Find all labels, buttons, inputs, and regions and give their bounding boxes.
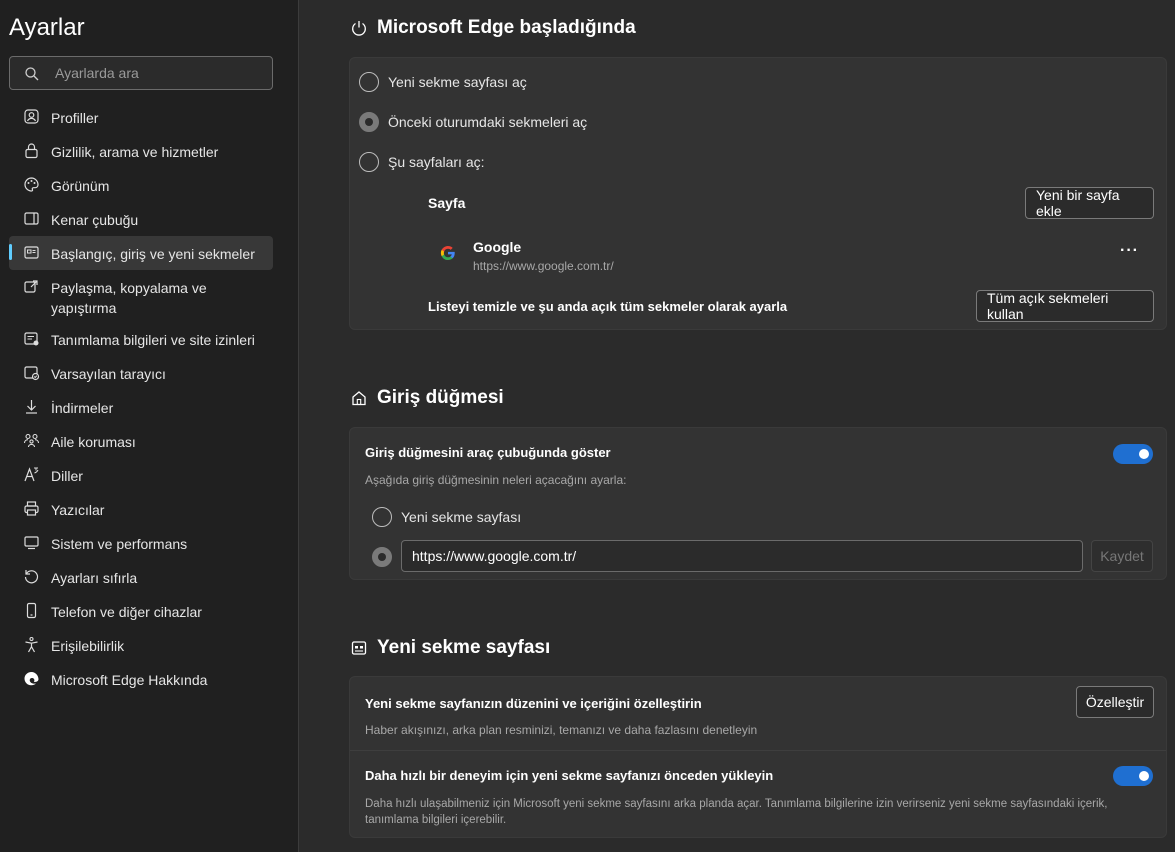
sidebar-item-downloads[interactable]: İndirmeler [9, 390, 273, 424]
sidebar-item-phone[interactable]: Telefon ve diğer cihazlar [9, 594, 273, 628]
sidebar-title: Ayarlar [9, 14, 85, 41]
home-show-label: Giriş düğmesini araç çubuğunda göster [365, 445, 611, 460]
search-icon [25, 67, 39, 81]
sidebar-item-system[interactable]: Sistem ve performans [9, 526, 273, 560]
radio-previous-session[interactable]: Önceki oturumdaki sekmeleri aç [359, 112, 587, 132]
sidebar-item-appearance[interactable]: Görünüm [9, 168, 273, 202]
sidebar-item-label: Sistem ve performans [51, 536, 188, 552]
startup-tabs-icon [24, 246, 39, 259]
search-input[interactable] [55, 57, 265, 89]
sidebar-item-label: Gizlilik, arama ve hizmetler [51, 144, 219, 160]
sidebar-item-label: Erişilebilirlik [51, 638, 125, 654]
preload-toggle[interactable] [1113, 766, 1153, 786]
phone-icon [26, 602, 37, 619]
sidebar-item-label: Varsayılan tarayıcı [51, 366, 166, 382]
sidebar-item-label: Ayarları sıfırla [51, 570, 138, 586]
search-box[interactable] [9, 56, 273, 90]
use-all-tabs-button[interactable]: Tüm açık sekmeleri kullan [976, 290, 1154, 322]
sidebar-item-label: Tanımlama bilgileri ve site izinleri [51, 332, 255, 348]
customize-description: Haber akışınızı, arka plan resminizi, te… [365, 723, 758, 737]
sidebar-item-privacy[interactable]: Gizlilik, arama ve hizmetler [9, 134, 273, 168]
sidebar: Ayarlar Profiller Gizlilik, arama ve hiz… [0, 0, 299, 852]
sidebar-item-reset[interactable]: Ayarları sıfırla [9, 560, 273, 594]
newtab-card: Yeni sekme sayfanızın düzenini ve içeriğ… [349, 676, 1167, 838]
sidebar-item-accessibility[interactable]: Erişilebilirlik [9, 628, 273, 662]
sidebar-item-family[interactable]: Aile koruması [9, 424, 273, 458]
radio-home-url[interactable] [372, 547, 401, 567]
save-button[interactable]: Kaydet [1091, 540, 1153, 572]
customize-button[interactable]: Özelleştir [1076, 686, 1154, 718]
home-button-toggle[interactable] [1113, 444, 1153, 464]
palette-icon [24, 177, 39, 192]
sidebar-item-label: Paylaşma, kopyalama ve yapıştırma [51, 280, 207, 316]
cookie-icon [24, 332, 39, 346]
radio-button[interactable] [359, 72, 379, 92]
sidebar-item-profiles[interactable]: Profiller [9, 100, 273, 134]
radio-button-selected[interactable] [359, 112, 379, 132]
sidebar-item-cookies[interactable]: Tanımlama bilgileri ve site izinleri [9, 322, 273, 356]
radio-button[interactable] [359, 152, 379, 172]
newtab-section-title: Yeni sekme sayfası [350, 637, 550, 659]
card-divider [350, 750, 1166, 751]
more-options-button[interactable]: ··· [1120, 242, 1139, 260]
page-name: Google [473, 239, 522, 255]
sidebar-item-default-browser[interactable]: Varsayılan tarayıcı [9, 356, 273, 390]
edge-logo-icon [24, 672, 39, 686]
download-icon [26, 400, 37, 414]
radio-new-tab[interactable]: Yeni sekme sayfası aç [359, 72, 527, 92]
reset-icon [24, 570, 39, 584]
sidebar-item-label: Aile koruması [51, 434, 136, 450]
radio-button-selected[interactable] [372, 547, 392, 567]
sidebar-item-about[interactable]: Microsoft Edge Hakkında [9, 662, 273, 696]
sidebar-item-label: Kenar çubuğu [51, 212, 139, 228]
startup-section-title: Microsoft Edge başladığında [350, 17, 636, 39]
sidebar-item-label: Görünüm [51, 178, 110, 194]
home-icon [352, 391, 366, 406]
family-icon [23, 433, 40, 448]
clear-list-label: Listeyi temizle ve şu anda açık tüm sekm… [428, 299, 788, 314]
language-icon [24, 467, 39, 482]
settings-window: Ayarlar Profiller Gizlilik, arama ve hiz… [0, 0, 1175, 852]
sidebar-item-label: Profiller [51, 110, 99, 126]
browser-check-icon [24, 366, 40, 381]
printer-icon [24, 501, 39, 516]
sidebar-item-label: İndirmeler [51, 400, 114, 416]
google-favicon [440, 246, 455, 261]
startup-card: Yeni sekme sayfası aç Önceki oturumdaki … [349, 57, 1167, 330]
share-icon [24, 280, 38, 293]
home-url-input[interactable] [401, 540, 1083, 572]
sidebar-item-label: Diller [51, 468, 83, 484]
accessibility-icon [25, 636, 38, 653]
sidebar-item-sidebar[interactable]: Kenar çubuğu [9, 202, 273, 236]
new-tab-icon [351, 641, 367, 655]
home-description: Aşağıda giriş düğmesinin neleri açacağın… [365, 473, 627, 487]
system-icon [24, 536, 39, 550]
sidebar-item-languages[interactable]: Diller [9, 458, 273, 492]
sidebar-icon [24, 212, 39, 225]
sidebar-item-share[interactable]: Paylaşma, kopyalama ve yapıştırma [9, 270, 273, 322]
home-section-title: Giriş düğmesi [350, 387, 504, 409]
radio-open-pages[interactable]: Şu sayfaları aç: [359, 152, 485, 172]
sidebar-item-printers[interactable]: Yazıcılar [9, 492, 273, 526]
sidebar-item-label: Yazıcılar [51, 502, 105, 518]
sidebar-nav: Profiller Gizlilik, arama ve hizmetler G… [9, 100, 273, 696]
radio-button[interactable] [372, 507, 392, 527]
power-icon [352, 21, 366, 36]
lock-icon [25, 143, 38, 159]
preload-label: Daha hızlı bir deneyim için yeni sekme s… [365, 768, 774, 783]
page-url: https://www.google.com.tr/ [473, 259, 614, 273]
settings-content: Microsoft Edge başladığında Yeni sekme s… [299, 0, 1175, 852]
sidebar-item-label: Başlangıç, giriş ve yeni sekmeler [51, 246, 255, 262]
radio-home-new-tab[interactable]: Yeni sekme sayfası [372, 507, 521, 527]
sidebar-item-label: Telefon ve diğer cihazlar [51, 604, 202, 620]
home-card: Giriş düğmesini araç çubuğunda göster Aş… [349, 427, 1167, 580]
add-page-button[interactable]: Yeni bir sayfa ekle [1025, 187, 1154, 219]
customize-label: Yeni sekme sayfanızın düzenini ve içeriğ… [365, 696, 702, 711]
profile-icon [24, 109, 39, 124]
preload-description: Daha hızlı ulaşabilmeniz için Microsoft … [365, 798, 1108, 826]
sidebar-item-label: Microsoft Edge Hakkında [51, 672, 208, 688]
sidebar-item-startup[interactable]: Başlangıç, giriş ve yeni sekmeler [9, 236, 273, 270]
pages-header: Sayfa [428, 195, 466, 211]
